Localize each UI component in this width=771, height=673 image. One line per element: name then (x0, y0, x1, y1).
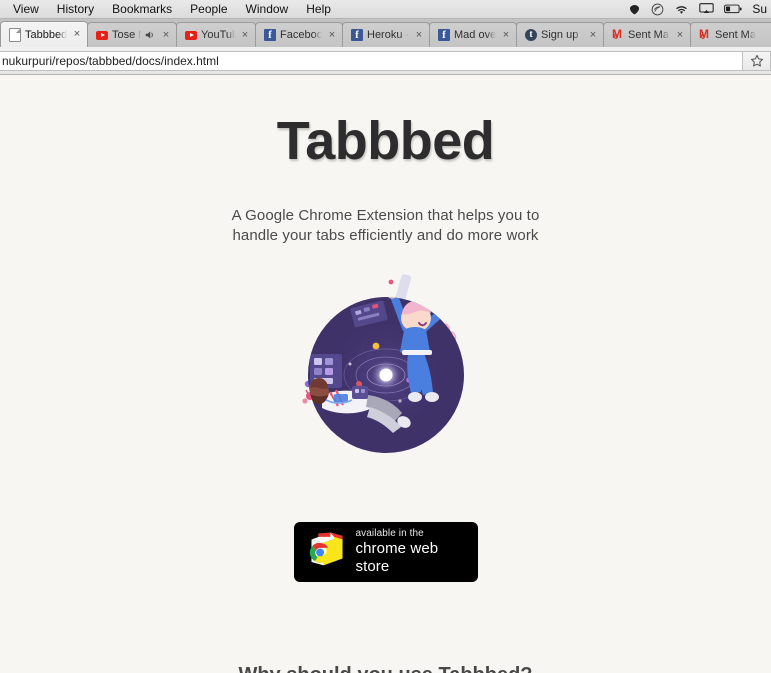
tab-close-icon[interactable]: × (587, 29, 599, 41)
chrome-tab-strip: Tabbbed - M × Tose Nai × YouTube × f Fac… (0, 19, 771, 47)
menu-item-window[interactable]: Window (237, 1, 298, 17)
bookmark-star-icon[interactable] (743, 50, 771, 71)
tab-close-icon[interactable]: × (71, 29, 83, 41)
below-fold-heading: Why should you use Tabbbed? (0, 664, 771, 673)
tab-title: Sign up | Tu (541, 29, 583, 41)
address-bar-url[interactable]: nukurpuri/repos/tabbbed/docs/index.html (0, 52, 219, 70)
menu-bar-items: View History Bookmarks People Window Hel… (0, 1, 340, 17)
menu-item-history[interactable]: History (48, 1, 103, 17)
airplay-icon[interactable] (699, 3, 715, 15)
tab-title: Heroku - Ho (367, 29, 409, 41)
browser-tab-heroku[interactable]: f Heroku - Ho × (342, 22, 430, 47)
chrome-web-store-icon (308, 529, 346, 574)
tumblr-icon: t (525, 29, 537, 41)
facebook-icon: f (264, 29, 276, 41)
page-tagline: A Google Chrome Extension that helps you… (231, 206, 540, 244)
astronauts-in-space-illustration (296, 268, 476, 464)
browser-tab-youtube[interactable]: YouTube × (176, 22, 256, 47)
facebook-icon: f (438, 29, 450, 41)
tab-close-icon[interactable]: × (239, 29, 251, 41)
page-title: Tabbbed (276, 111, 495, 171)
menu-bar-status-area: Su (628, 0, 771, 18)
browser-tab-facebook[interactable]: f Facebook × (255, 22, 343, 47)
battery-icon[interactable] (724, 4, 742, 14)
browser-tab-sent-mail-1[interactable]: M0 Sent Mail - × (603, 22, 691, 47)
gmail-icon: M0 (699, 27, 709, 41)
chrome-web-store-button[interactable]: available in the chrome web store (293, 521, 478, 582)
tab-close-icon[interactable]: × (326, 29, 338, 41)
menu-item-people[interactable]: People (181, 1, 236, 17)
document-icon (9, 27, 21, 42)
tab-title: Facebook (280, 29, 322, 41)
tab-title: Tabbbed - M (25, 28, 67, 41)
tab-title: Mad over M (454, 29, 496, 41)
spiral-disc-icon[interactable] (651, 3, 664, 16)
menu-item-view[interactable]: View (4, 1, 48, 17)
browser-tab-sent-mail-2[interactable]: M0 Sent Ma (690, 22, 771, 47)
page-content: Tabbbed A Google Chrome Extension that h… (0, 75, 771, 673)
address-bar[interactable]: nukurpuri/repos/tabbbed/docs/index.html (0, 50, 743, 71)
badge-line-2: chrome web store (355, 540, 439, 576)
browser-tab-mad-over[interactable]: f Mad over M × (429, 22, 517, 47)
browser-tab-tose-nai[interactable]: Tose Nai × (87, 22, 177, 47)
tab-audio-playing-icon[interactable] (145, 30, 156, 40)
tab-title: Tose Nai (112, 29, 141, 41)
wifi-icon[interactable] (674, 4, 689, 15)
tab-title: Sent Ma (715, 29, 756, 41)
dropbox-icon[interactable] (628, 4, 641, 15)
tab-close-icon[interactable]: × (160, 29, 172, 41)
tab-close-icon[interactable]: × (674, 29, 686, 41)
browser-tab-signup-tumblr[interactable]: t Sign up | Tu × (516, 22, 604, 47)
youtube-icon (185, 29, 197, 41)
tab-title: YouTube (201, 29, 235, 41)
browser-tab-tabbbed[interactable]: Tabbbed - M × (0, 21, 88, 47)
tab-close-icon[interactable]: × (500, 29, 512, 41)
facebook-icon: f (351, 29, 363, 41)
menu-item-bookmarks[interactable]: Bookmarks (103, 1, 181, 17)
browser-toolbar: nukurpuri/repos/tabbbed/docs/index.html (0, 47, 771, 75)
youtube-icon (96, 29, 108, 41)
macos-menu-bar: View History Bookmarks People Window Hel… (0, 0, 771, 19)
menu-item-help[interactable]: Help (297, 1, 340, 17)
gmail-icon: M0 (612, 27, 622, 41)
badge-line-1: available in the (355, 528, 424, 540)
tab-close-icon[interactable]: × (413, 29, 425, 41)
menu-bar-clock[interactable]: Su (752, 2, 768, 16)
chrome-web-store-label: available in the chrome web store (356, 527, 464, 576)
tab-title: Sent Mail - (628, 29, 670, 41)
